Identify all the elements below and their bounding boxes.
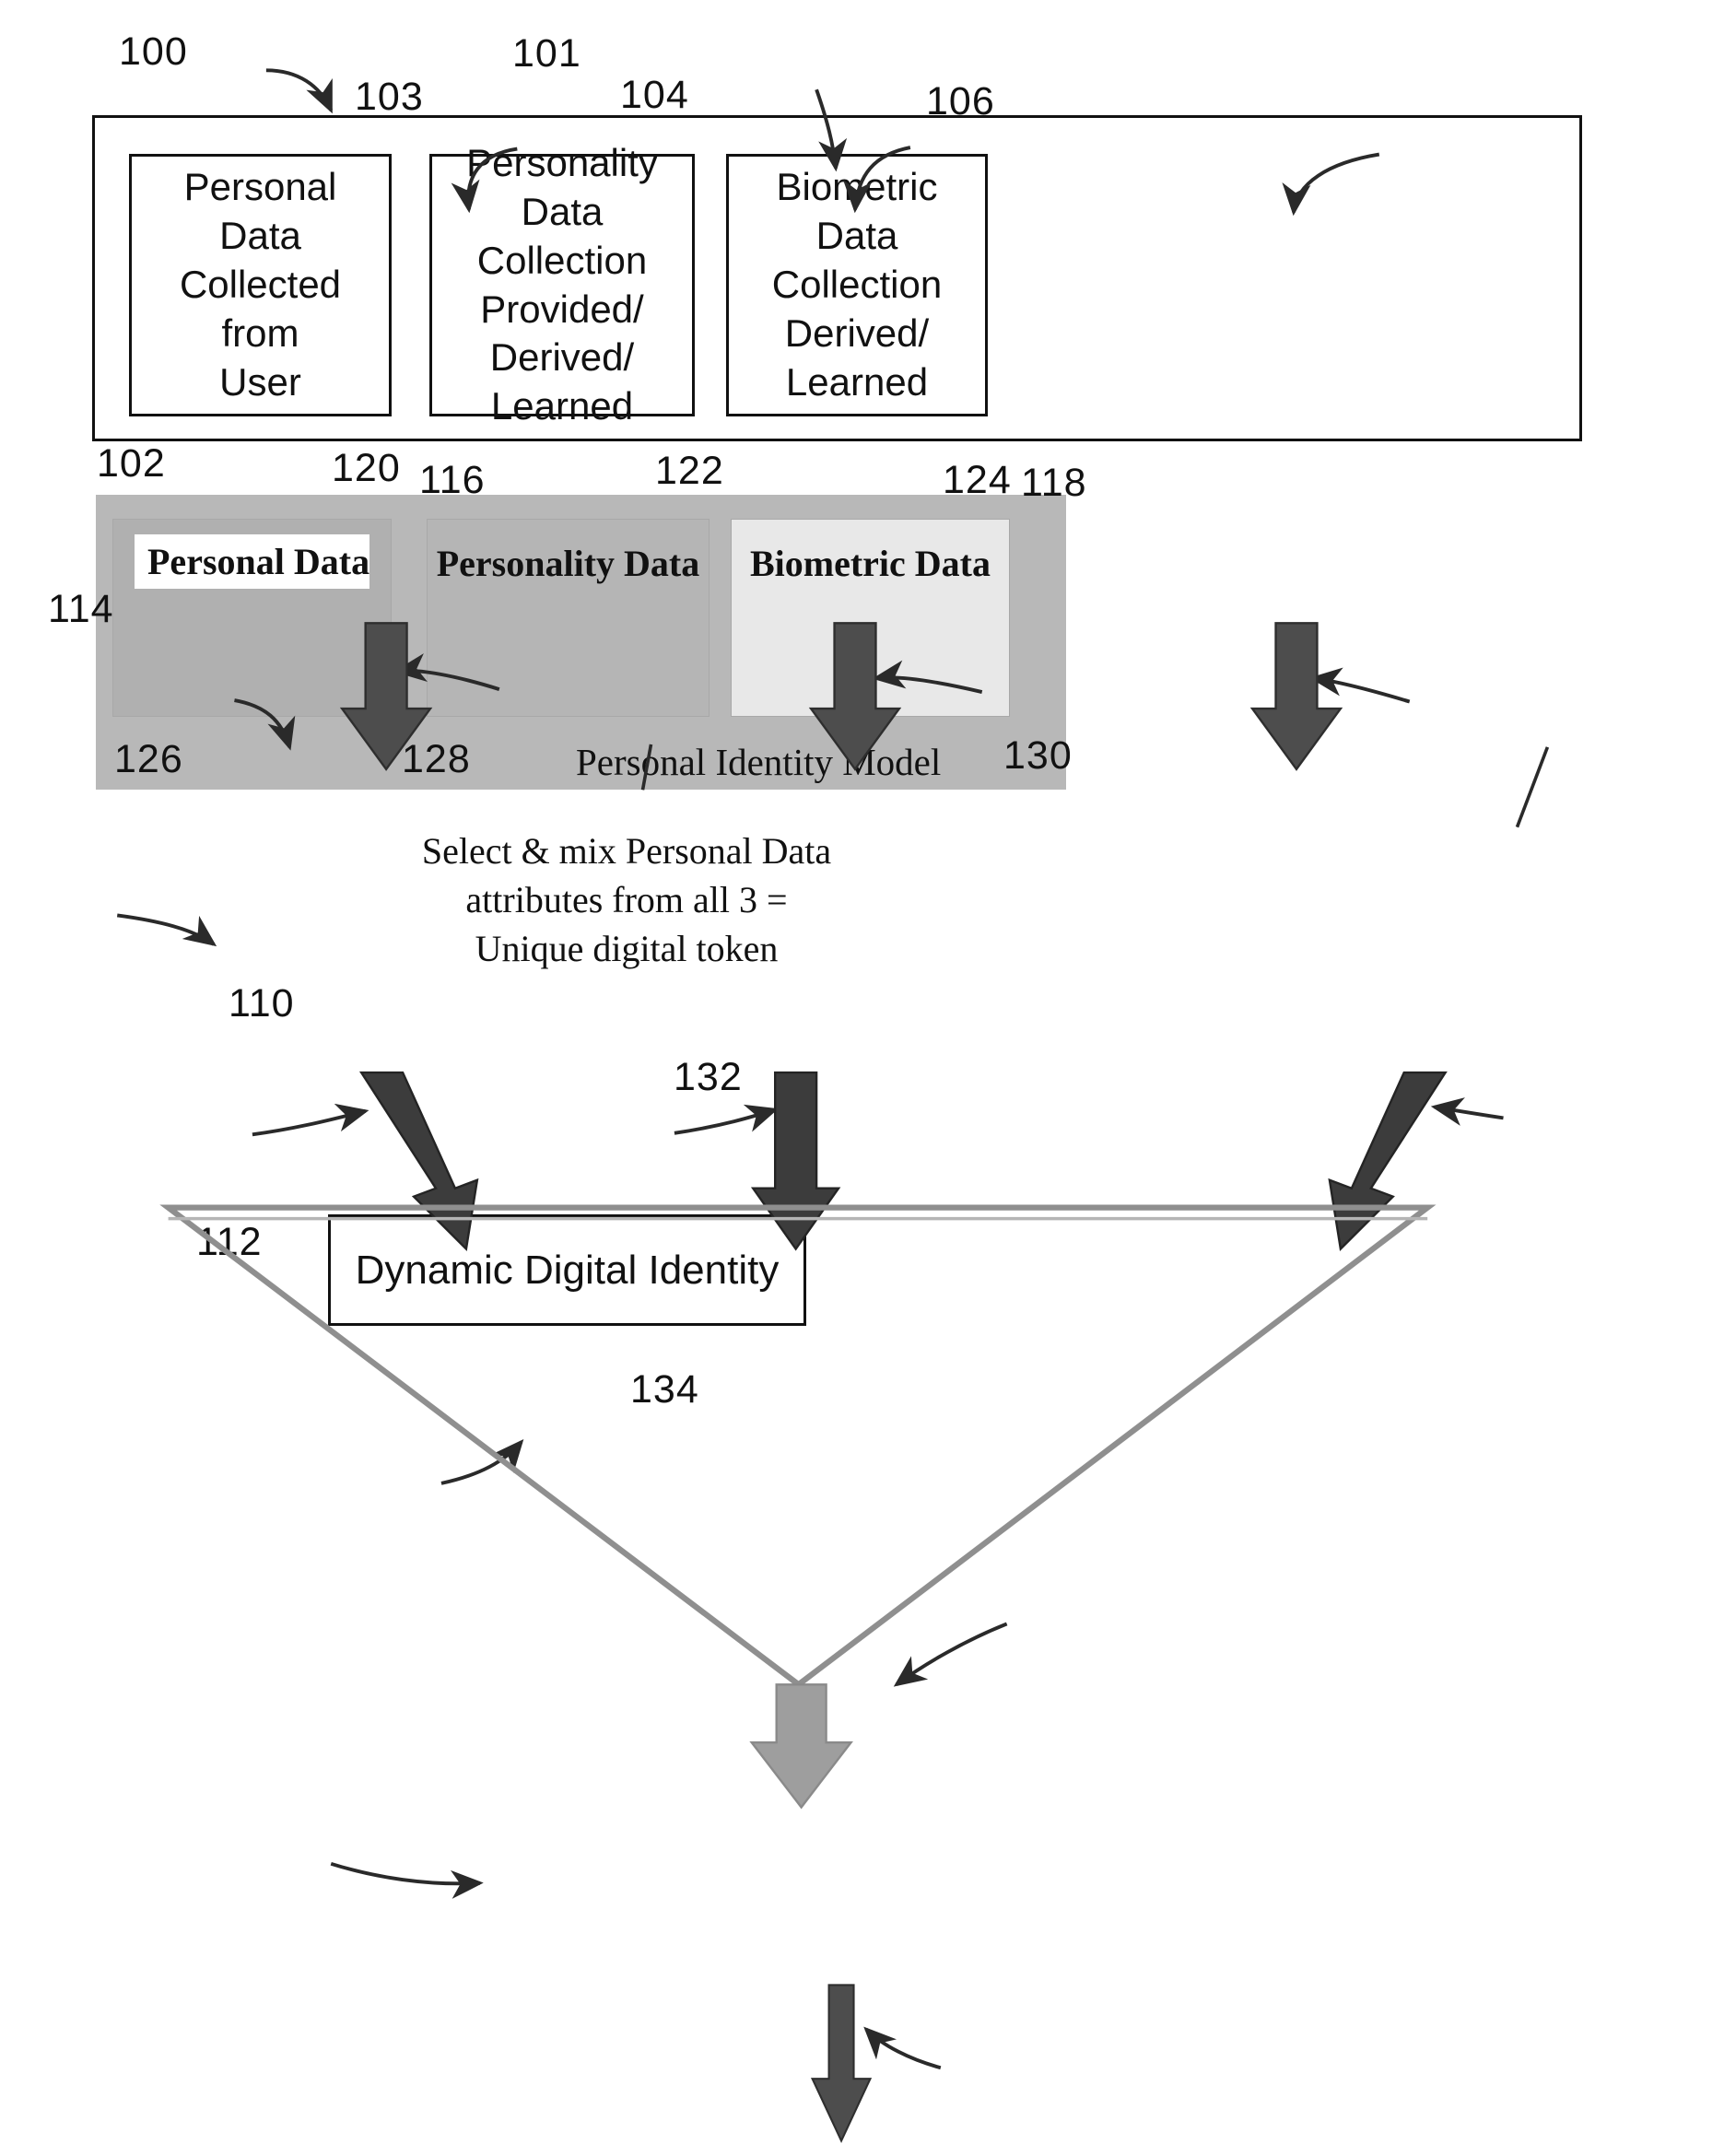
ref-106: 106 bbox=[926, 79, 995, 123]
ref-130: 130 bbox=[1003, 733, 1073, 778]
leader-128 bbox=[674, 1104, 779, 1135]
dynamic-digital-identity-box: Dynamic Digital Identity bbox=[328, 1214, 806, 1326]
arrow-130 bbox=[1328, 1071, 1448, 1252]
arrow-134 bbox=[810, 1984, 873, 2144]
ref-116: 116 bbox=[419, 458, 486, 502]
ref-122: 122 bbox=[655, 449, 724, 493]
leader-130 bbox=[1430, 1097, 1504, 1126]
ref-132: 132 bbox=[674, 1055, 743, 1099]
ref-124: 124 bbox=[943, 458, 1012, 502]
source-box-biometric-data-label: Biometric Data Collection Derived/ Learn… bbox=[771, 165, 943, 404]
dynamic-digital-identity-label: Dynamic Digital Identity bbox=[355, 1247, 780, 1293]
source-box-personal-data-label: Personal Data Collected from User bbox=[179, 165, 342, 404]
ref-112: 112 bbox=[196, 1220, 263, 1264]
leader-124 bbox=[1309, 667, 1411, 704]
funnel-description: Select & mix Personal Data attributes fr… bbox=[421, 830, 832, 970]
ref-103: 103 bbox=[355, 75, 424, 119]
source-box-personality-data-label: Personality Data Collection Provided/ De… bbox=[466, 140, 658, 428]
ref-100: 100 bbox=[119, 29, 188, 74]
arrow-132 bbox=[749, 1683, 853, 1810]
source-box-biometric-data: Biometric Data Collection Derived/ Learn… bbox=[726, 154, 988, 416]
personal-identity-model-title: Personal Identity Model bbox=[576, 741, 942, 783]
ref-104: 104 bbox=[620, 73, 689, 117]
source-box-personal-data: Personal Data Collected from User bbox=[129, 154, 392, 416]
leader-132 bbox=[893, 1622, 1008, 1687]
identity-cell-personality-data-label: Personality Data bbox=[436, 543, 700, 584]
leader-110 bbox=[440, 1439, 524, 1485]
leader-118 bbox=[1515, 746, 1550, 828]
ref-126: 126 bbox=[114, 737, 183, 781]
identity-cell-biometric-data-label: Biometric Data bbox=[749, 543, 991, 584]
ref-114: 114 bbox=[48, 587, 114, 631]
patent-figure: Personal Data Collected from User Person… bbox=[0, 0, 1724, 2156]
leader-112 bbox=[330, 1861, 484, 1899]
ref-101: 101 bbox=[512, 31, 581, 76]
source-box-personality-data: Personality Data Collection Provided/ De… bbox=[429, 141, 695, 428]
leader-134 bbox=[863, 2026, 942, 2070]
ref-102: 102 bbox=[97, 441, 166, 486]
ref-128: 128 bbox=[402, 737, 471, 781]
leader-100 bbox=[265, 68, 334, 114]
leader-126 bbox=[252, 1103, 369, 1137]
leader-114 bbox=[116, 913, 217, 947]
ref-110: 110 bbox=[229, 981, 295, 1025]
ref-134: 134 bbox=[630, 1367, 699, 1412]
ref-120: 120 bbox=[332, 446, 401, 490]
identity-cell-personal-data-label: Personal Data bbox=[135, 534, 369, 589]
arrow-124 bbox=[1249, 622, 1343, 771]
ref-118: 118 bbox=[1021, 461, 1087, 505]
